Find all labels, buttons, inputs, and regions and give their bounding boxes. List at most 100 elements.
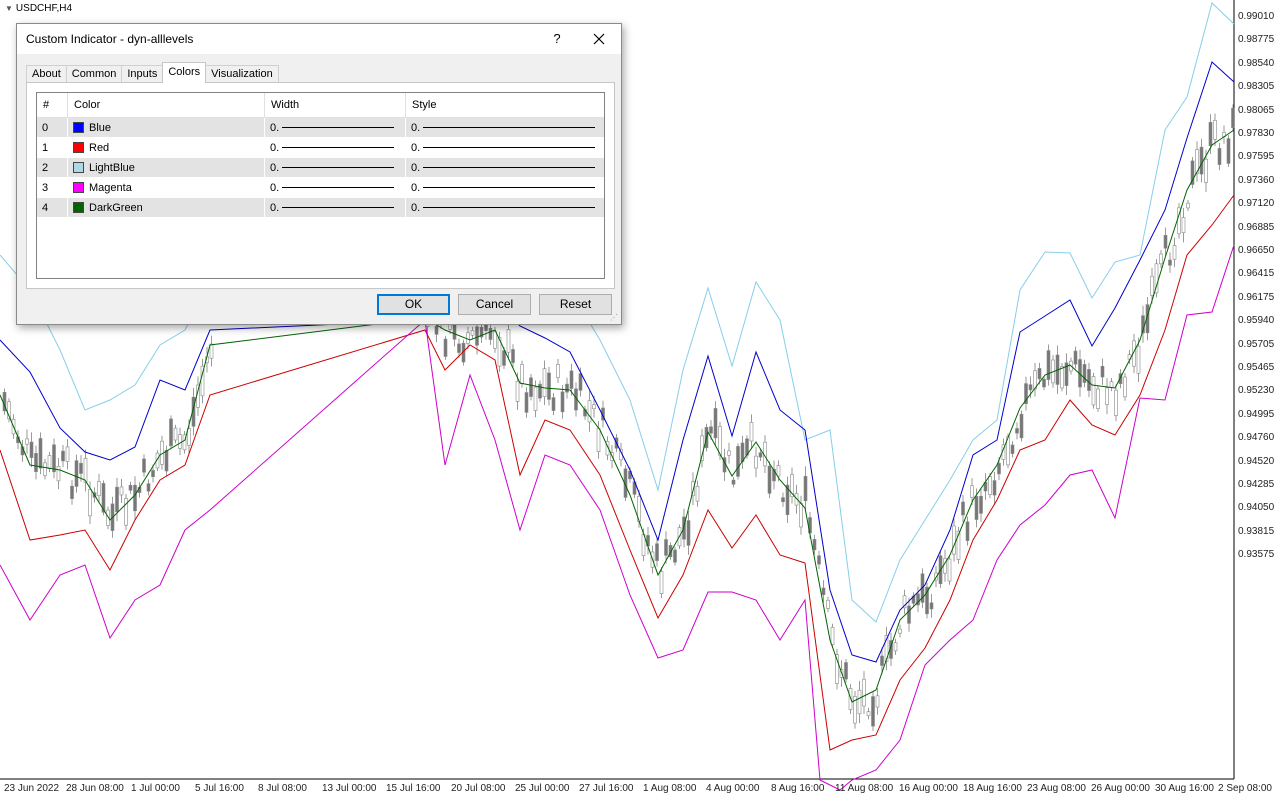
candle-body (142, 458, 146, 473)
candle-body (857, 689, 862, 715)
price-tick-label: 0.93575 (1238, 549, 1275, 561)
candle-body (29, 441, 34, 458)
candle-body (659, 571, 664, 594)
style-value: 0. (411, 201, 421, 214)
reset-button[interactable]: Reset (539, 294, 612, 315)
price-tick-label: 0.95465 (1238, 362, 1275, 373)
candle-body (524, 392, 529, 413)
style-line-preview (423, 207, 596, 208)
resize-grip-icon[interactable]: ⋰ (610, 313, 620, 323)
grid-row[interactable]: 4 DarkGreen 0. 0. (37, 198, 604, 218)
grid-row[interactable]: 1 Red 0. 0. (37, 138, 604, 158)
candle-body (61, 450, 65, 462)
tab-inputs[interactable]: Inputs (121, 65, 164, 83)
header-color: Color (68, 93, 265, 117)
candle-body (164, 450, 169, 472)
price-tick-label: 0.93815 (1238, 525, 1275, 537)
candle-body (119, 486, 124, 496)
color-name: LightBlue (89, 161, 135, 174)
tab-colors[interactable]: Colors (162, 62, 207, 83)
color-picker[interactable]: Magenta (68, 178, 265, 197)
width-line-preview (282, 187, 395, 188)
candle-body (713, 408, 718, 439)
style-value: 0. (411, 121, 421, 134)
candle-body (97, 481, 101, 497)
color-picker[interactable]: LightBlue (68, 158, 265, 177)
width-line-preview (282, 207, 395, 208)
price-tick-label: 0.94760 (1238, 432, 1275, 444)
price-tick-label: 0.94995 (1238, 408, 1275, 420)
price-tick-label: 0.99010 (1238, 11, 1275, 22)
candle-body (974, 496, 979, 520)
price-tick-label: 0.94050 (1238, 502, 1275, 514)
cancel-button[interactable]: Cancel (458, 294, 531, 315)
width-select[interactable]: 0. (265, 198, 406, 217)
width-value: 0. (270, 161, 280, 174)
style-line-preview (423, 167, 596, 168)
grid-row[interactable]: 3 Magenta 0. 0. (37, 178, 604, 198)
candle-body (1091, 376, 1096, 406)
date-tick-label: 15 Jul 16:00 (386, 783, 441, 794)
style-select[interactable]: 0. (406, 138, 604, 157)
candle-body (173, 427, 178, 441)
candle-body (596, 427, 601, 452)
row-number: 3 (37, 178, 68, 197)
help-button[interactable]: ? (549, 31, 565, 46)
candle-body (1109, 381, 1114, 388)
date-tick-label: 27 Jul 16:00 (579, 783, 634, 794)
candle-body (992, 480, 997, 496)
style-select[interactable]: 0. (406, 118, 604, 137)
ok-button[interactable]: OK (377, 294, 450, 315)
style-select[interactable]: 0. (406, 198, 604, 217)
grid-row[interactable]: 0 Blue 0. 0. (37, 118, 604, 138)
width-select[interactable]: 0. (265, 158, 406, 177)
candle-body (443, 338, 448, 357)
color-swatch (73, 142, 84, 153)
candle-body (488, 327, 493, 340)
tab-common[interactable]: Common (65, 65, 123, 83)
width-line-preview (282, 167, 395, 168)
style-select[interactable]: 0. (406, 158, 604, 177)
candle-body (664, 539, 668, 556)
tab-visualization[interactable]: Visualization (205, 65, 279, 83)
candle-body (25, 438, 29, 445)
color-picker[interactable]: Blue (68, 118, 265, 137)
candle-body (871, 696, 875, 727)
price-tick-label: 0.96175 (1238, 291, 1275, 303)
candle-body (1082, 364, 1087, 383)
tab-about[interactable]: About (26, 65, 67, 83)
width-select[interactable]: 0. (265, 178, 406, 197)
width-select[interactable]: 0. (265, 118, 406, 137)
row-number: 2 (37, 158, 68, 177)
candle-body (1159, 253, 1163, 265)
color-picker[interactable]: DarkGreen (68, 198, 265, 217)
width-value: 0. (270, 121, 280, 134)
date-tick-label: 26 Aug 00:00 (1091, 783, 1150, 794)
date-tick-label: 1 Jul 00:00 (131, 783, 180, 794)
grid-row[interactable]: 2 LightBlue 0. 0. (37, 158, 604, 178)
style-select[interactable]: 0. (406, 178, 604, 197)
candle-body (799, 503, 803, 528)
candle-body (830, 626, 835, 645)
candle-body (56, 466, 61, 482)
color-swatch (73, 162, 84, 173)
dialog-titlebar[interactable]: Custom Indicator - dyn-alllevels ? (17, 24, 621, 54)
price-tick-label: 0.97120 (1238, 198, 1275, 210)
color-swatch (73, 182, 84, 193)
price-tick-label: 0.94285 (1238, 479, 1275, 490)
width-select[interactable]: 0. (265, 138, 406, 157)
date-tick-label: 28 Jun 08:00 (66, 783, 124, 794)
candle-body (1217, 148, 1222, 165)
dropdown-triangle-icon[interactable]: ▼ (5, 4, 13, 13)
candle-body (83, 458, 88, 483)
style-value: 0. (411, 141, 421, 154)
candle-body (727, 450, 731, 456)
price-tick-label: 0.98775 (1238, 34, 1275, 46)
close-button[interactable] (582, 26, 616, 52)
candle-body (1204, 158, 1208, 183)
candle-body (70, 485, 74, 499)
candle-body (718, 426, 722, 456)
candle-body (907, 605, 911, 624)
color-picker[interactable]: Red (68, 138, 265, 157)
color-name: Magenta (89, 181, 132, 194)
